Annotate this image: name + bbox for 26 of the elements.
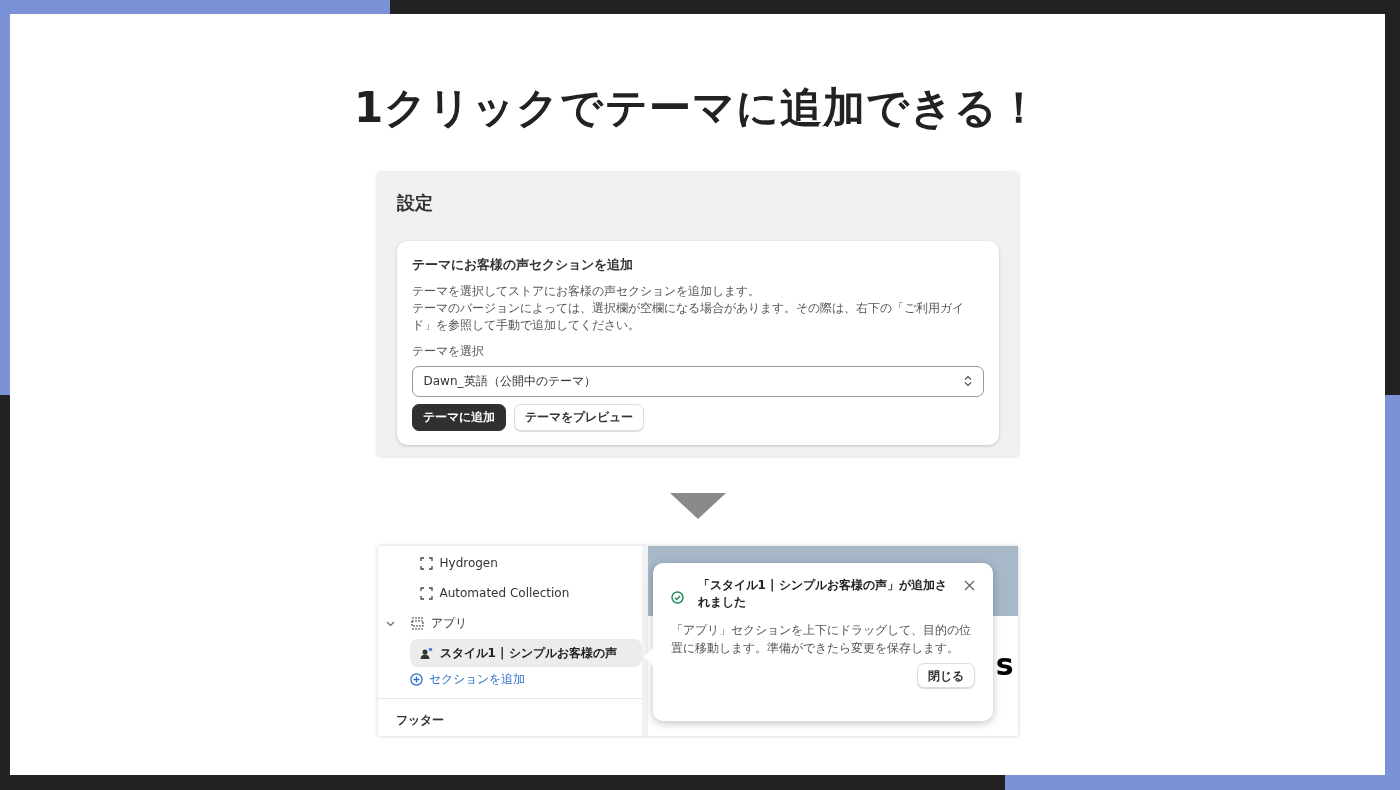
close-icon[interactable] [963, 580, 975, 591]
sidebar-item[interactable]: Automated Collection [409, 579, 580, 607]
footer-heading: フッター [395, 712, 445, 729]
card-title: テーマにお客様の声セクションを追加 [411, 256, 634, 274]
slide-title: 1クリックでテーマに追加できる！ [354, 82, 1041, 134]
theme-select[interactable]: Dawn_英語（公開中のテーマ） [411, 365, 984, 397]
toast-message: 「アプリ」セクションを上下にドラッグして、目的の位置に移動します。準備ができたら変更を保存します。 [670, 622, 972, 657]
select-label: テーマを選択 [411, 342, 485, 360]
preview-theme-button[interactable]: テーマをプレビュー [513, 403, 644, 431]
toast-title: 「スタイル1 | シンプルお客様の声」が追加されました [696, 577, 948, 611]
down-triangle-icon [669, 493, 726, 519]
description-text: テーマのバージョンによっては、選択欄が空欄になる場合があります。その際は、右下の「ご利用ガイド」を参照して手動で追加してください。 [411, 299, 965, 334]
close-button[interactable]: 閉じる [916, 663, 975, 688]
add-section-link[interactable]: セクションを追加 [409, 670, 642, 688]
add-to-theme-button[interactable]: テーマに追加 [411, 403, 506, 431]
preview-text: s [995, 650, 1014, 680]
plus-circle-icon [409, 672, 423, 686]
check-circle-icon [670, 591, 684, 604]
sidebar-item[interactable]: アプリ [400, 609, 477, 637]
section-group-icon [410, 616, 424, 630]
panel-heading: 設定 [396, 191, 434, 215]
sidebar-item[interactable]: スタイル1 | シンプルお客様の声 [409, 639, 642, 667]
sidebar-item[interactable]: Hydrogen [409, 549, 508, 577]
description-text: テーマを選択してストアにお客様の声セクションを追加します。 [411, 282, 761, 300]
person-icon [419, 646, 433, 660]
updown-caret-icon [963, 375, 972, 388]
